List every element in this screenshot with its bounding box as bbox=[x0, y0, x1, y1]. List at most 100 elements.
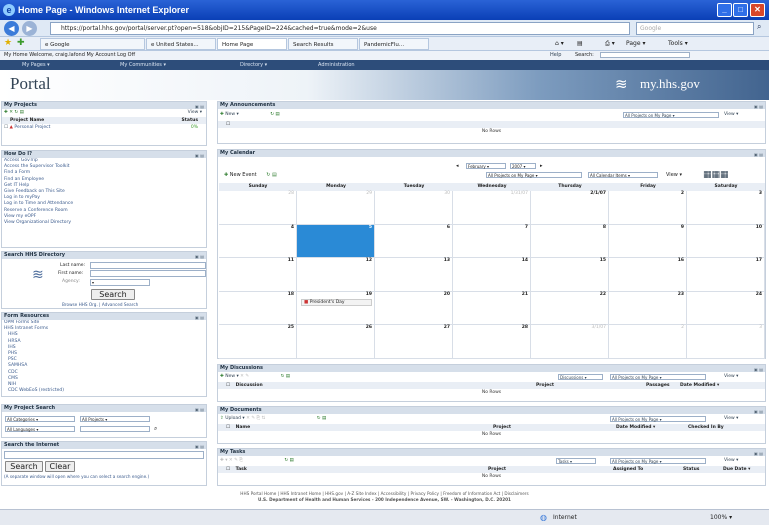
col-name[interactable]: Name bbox=[236, 425, 251, 430]
nav-my-pages[interactable]: My Pages ▾ bbox=[22, 60, 50, 70]
checkbox[interactable]: ☐ bbox=[4, 125, 8, 130]
back-button[interactable]: ◀ bbox=[4, 21, 19, 36]
month-select[interactable]: February ▾ bbox=[466, 163, 506, 169]
panel-options-icon[interactable]: ▣ ▤ bbox=[195, 406, 204, 413]
internet-clear-button[interactable]: Clear bbox=[45, 461, 75, 472]
discussions-view-menu[interactable]: View ▾ bbox=[724, 372, 738, 382]
refresh-icon[interactable]: ↻ ▤ bbox=[284, 458, 293, 463]
feeds-icon[interactable]: ▤ bbox=[577, 38, 583, 50]
search-go-icon[interactable]: ⌕ bbox=[757, 22, 761, 32]
panel-options-icon[interactable]: ▣ ▤ bbox=[195, 253, 204, 260]
calendar-layout-icons[interactable]: ▦▦▦ bbox=[703, 170, 729, 180]
calendar-day-cell[interactable]: 1/31/07 bbox=[453, 191, 531, 225]
panel-options-icon[interactable]: ▣ ▤ bbox=[195, 152, 204, 159]
year-select[interactable]: 2007 ▾ bbox=[510, 163, 536, 169]
tasks-view-menu[interactable]: View ▾ bbox=[724, 456, 738, 466]
calendar-day-cell[interactable]: 4 bbox=[219, 224, 297, 258]
calendar-day-cell[interactable]: 2/1/07 bbox=[531, 191, 609, 225]
nav-administration[interactable]: Administration bbox=[318, 60, 355, 70]
col-status[interactable]: Status bbox=[683, 466, 699, 473]
portal-search-input[interactable] bbox=[600, 52, 690, 58]
calendar-day-cell[interactable]: 15 bbox=[531, 258, 609, 292]
calendar-day-cell[interactable]: 2 bbox=[609, 191, 687, 225]
calendar-day-cell[interactable]: 3 bbox=[687, 191, 765, 225]
calendar-event[interactable]: ■ President's Day bbox=[301, 298, 372, 306]
col-project-name[interactable]: Project Name bbox=[10, 118, 44, 123]
internet-search-button[interactable]: Search bbox=[5, 461, 43, 472]
calendar-day-cell[interactable]: 14 bbox=[453, 258, 531, 292]
agency-select[interactable]: ▾ bbox=[90, 279, 150, 286]
calendar-day-cell[interactable]: 17 bbox=[687, 258, 765, 292]
checkbox[interactable]: ☐ bbox=[226, 122, 230, 127]
calendar-day-cell[interactable]: 10 bbox=[687, 224, 765, 258]
checkbox[interactable]: ☐ bbox=[226, 425, 230, 430]
last-name-input[interactable] bbox=[90, 262, 206, 269]
new-announcement-button[interactable]: ✚ New ▾ bbox=[220, 112, 239, 117]
panel-options-icon[interactable]: ▣ ▤ bbox=[195, 314, 204, 321]
ie-tab-search-results[interactable]: Search Results bbox=[288, 38, 358, 50]
calendar-day-cell[interactable]: 7 bbox=[453, 224, 531, 258]
first-name-input[interactable] bbox=[90, 270, 206, 277]
new-project-icon[interactable]: ✚ ✕ ↻ ▤ bbox=[4, 110, 24, 115]
announcements-project-filter[interactable]: All Projects on My Page ▾ bbox=[623, 112, 719, 118]
zoom-level[interactable]: 100% ▾ bbox=[710, 510, 732, 526]
col-task[interactable]: Task bbox=[236, 467, 247, 472]
how-do-i-link[interactable]: View Organizational Directory bbox=[2, 220, 206, 226]
search-go-icon[interactable]: ⌕ bbox=[154, 425, 157, 433]
calendar-day-cell[interactable]: 19 ■ President's Day bbox=[297, 291, 375, 325]
add-favorites-icon[interactable]: ✚ bbox=[17, 38, 25, 48]
col-due-date[interactable]: Due Date ▾ bbox=[723, 466, 750, 473]
calendar-day-cell[interactable]: 11 bbox=[219, 258, 297, 292]
internet-search-input[interactable] bbox=[4, 451, 204, 459]
maximize-button[interactable]: □ bbox=[733, 3, 748, 17]
calendar-project-filter[interactable]: All Projects on My Page ▾ bbox=[486, 172, 582, 178]
calendar-day-cell[interactable]: 29 bbox=[297, 191, 375, 225]
calendar-day-cell[interactable]: 12 bbox=[297, 258, 375, 292]
calendar-items-filter[interactable]: All Calendar Items ▾ bbox=[588, 172, 658, 178]
ie-tab-google[interactable]: e Google bbox=[40, 38, 145, 50]
project-select[interactable]: All Projects ▾ bbox=[80, 416, 150, 422]
home-icon[interactable]: ⌂ ▾ bbox=[555, 38, 564, 50]
calendar-day-cell[interactable]: 9 bbox=[609, 224, 687, 258]
new-discussion-button[interactable]: ✚ New ▾ ✕ ✎ ↻ ▤ bbox=[220, 374, 290, 379]
announcements-view-menu[interactable]: View ▾ bbox=[724, 109, 738, 121]
help-link[interactable]: Help bbox=[550, 51, 561, 60]
col-discussion[interactable]: Discussion bbox=[236, 383, 263, 388]
col-assigned-to[interactable]: Assigned To bbox=[613, 466, 643, 473]
directory-search-button[interactable]: Search bbox=[91, 289, 135, 300]
category-select[interactable]: All Categories ▾ bbox=[5, 416, 75, 422]
nav-directory[interactable]: Directory ▾ bbox=[240, 60, 267, 70]
tasks-project-filter[interactable]: All Projects on My Page ▾ bbox=[610, 458, 706, 464]
prev-month-button[interactable]: ◂ bbox=[456, 163, 459, 169]
calendar-day-cell[interactable]: 24 bbox=[687, 291, 765, 325]
ie-tab-home-page[interactable]: Home Page bbox=[217, 38, 287, 50]
calendar-day-cell[interactable]: 22 bbox=[531, 291, 609, 325]
col-status[interactable]: Status bbox=[182, 117, 198, 124]
form-link[interactable]: CDC WebEoS (restricted) bbox=[2, 388, 206, 394]
calendar-day-cell[interactable]: 20 bbox=[375, 291, 453, 325]
checkbox[interactable]: ☐ bbox=[226, 467, 230, 472]
calendar-day-cell[interactable]: 26 bbox=[297, 325, 375, 359]
calendar-day-cell[interactable]: 30 bbox=[375, 191, 453, 225]
address-input[interactable]: https://portal.hhs.gov/portal/server.pt?… bbox=[50, 22, 630, 35]
browse-org-link[interactable]: Browse HHS Org. | Advanced Search bbox=[62, 302, 138, 307]
calendar-day-cell[interactable]: 13 bbox=[375, 258, 453, 292]
calendar-day-cell[interactable]: 3 bbox=[687, 325, 765, 359]
col-date-modified[interactable]: Date Modified ▾ bbox=[680, 382, 719, 389]
col-date-modified[interactable]: Date Modified ▾ bbox=[616, 424, 655, 431]
calendar-day-cell[interactable]: 18 bbox=[219, 291, 297, 325]
discussions-type-select[interactable]: Discussions ▾ bbox=[558, 374, 603, 380]
discussions-project-filter[interactable]: All Projects on My Page ▾ bbox=[610, 374, 706, 380]
tools-menu[interactable]: Tools ▾ bbox=[668, 38, 688, 50]
calendar-day-cell[interactable]: 6 bbox=[375, 224, 453, 258]
upload-button[interactable]: ⇪ Upload ▾ ✕ ✎ ⎘ ⇅ ↻ ▤ bbox=[220, 416, 326, 421]
ie-tab-united-states[interactable]: e United States... bbox=[146, 38, 216, 50]
calendar-day-cell[interactable]: 28 bbox=[219, 191, 297, 225]
ie-tab-pandemic-flu[interactable]: PandemicFlu... bbox=[359, 38, 429, 50]
calendar-day-cell[interactable]: 16 bbox=[609, 258, 687, 292]
calendar-view-menu[interactable]: View ▾ bbox=[666, 172, 682, 178]
col-checked-in-by[interactable]: Checked In By bbox=[688, 424, 724, 431]
calendar-day-cell[interactable]: 25 bbox=[219, 325, 297, 359]
panel-options-icon[interactable]: ▣ ▤ bbox=[195, 443, 204, 450]
close-button[interactable]: ✕ bbox=[750, 3, 765, 17]
